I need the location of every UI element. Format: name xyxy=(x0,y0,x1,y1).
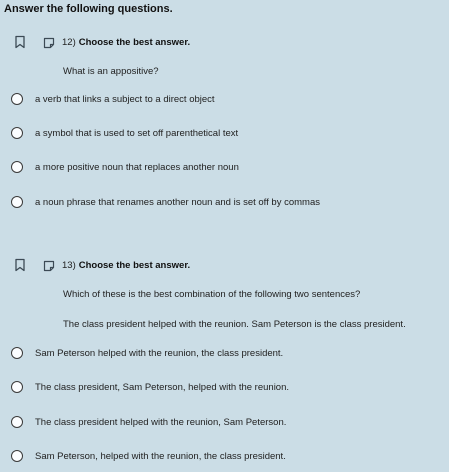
question-prompt-sentences: The class president helped with the reun… xyxy=(63,319,406,330)
question-instruction: Choose the best answer. xyxy=(78,36,191,48)
radio-button[interactable] xyxy=(11,93,23,105)
question-prompt: Which of these is the best combination o… xyxy=(63,289,361,300)
radio-button[interactable] xyxy=(11,127,23,139)
answer-choice[interactable]: a verb that links a subject to a direct … xyxy=(11,91,215,107)
choice-label[interactable]: a more positive noun that replaces anoth… xyxy=(35,162,239,173)
question-number: 13) xyxy=(62,259,76,271)
radio-button[interactable] xyxy=(11,381,23,393)
answer-choice[interactable]: a symbol that is used to set off parenth… xyxy=(11,125,238,141)
answer-choice[interactable]: Sam Peterson, helped with the reunion, t… xyxy=(11,448,286,464)
question-13-header: 13) Choose the best answer. xyxy=(14,257,190,273)
radio-button[interactable] xyxy=(11,450,23,462)
note-icon[interactable] xyxy=(43,259,55,272)
answer-choice[interactable]: a noun phrase that renames another noun … xyxy=(11,194,320,210)
radio-button[interactable] xyxy=(11,196,23,208)
radio-button[interactable] xyxy=(11,416,23,428)
answer-choice[interactable]: The class president, Sam Peterson, helpe… xyxy=(11,379,289,395)
radio-button[interactable] xyxy=(11,161,23,173)
answer-choice[interactable]: The class president helped with the reun… xyxy=(11,414,286,430)
question-prompt: What is an appositive? xyxy=(63,66,159,77)
choice-label[interactable]: a noun phrase that renames another noun … xyxy=(35,197,320,208)
choice-label[interactable]: Sam Peterson helped with the reunion, th… xyxy=(35,348,283,359)
page-title: Answer the following questions. xyxy=(4,3,173,15)
choice-label[interactable]: The class president, Sam Peterson, helpe… xyxy=(35,382,289,393)
question-number: 12) xyxy=(62,36,76,48)
answer-choice[interactable]: a more positive noun that replaces anoth… xyxy=(11,159,239,175)
question-instruction: Choose the best answer. xyxy=(78,259,191,271)
bookmark-icon[interactable] xyxy=(14,35,26,49)
radio-button[interactable] xyxy=(11,347,23,359)
bookmark-icon[interactable] xyxy=(14,258,26,272)
choice-label[interactable]: a symbol that is used to set off parenth… xyxy=(35,128,238,139)
answer-choice[interactable]: Sam Peterson helped with the reunion, th… xyxy=(11,345,283,361)
choice-label[interactable]: Sam Peterson, helped with the reunion, t… xyxy=(35,451,286,462)
choice-label[interactable]: a verb that links a subject to a direct … xyxy=(35,94,215,105)
note-icon[interactable] xyxy=(43,36,55,49)
choice-label[interactable]: The class president helped with the reun… xyxy=(35,417,286,428)
question-12-header: 12) Choose the best answer. xyxy=(14,34,190,50)
